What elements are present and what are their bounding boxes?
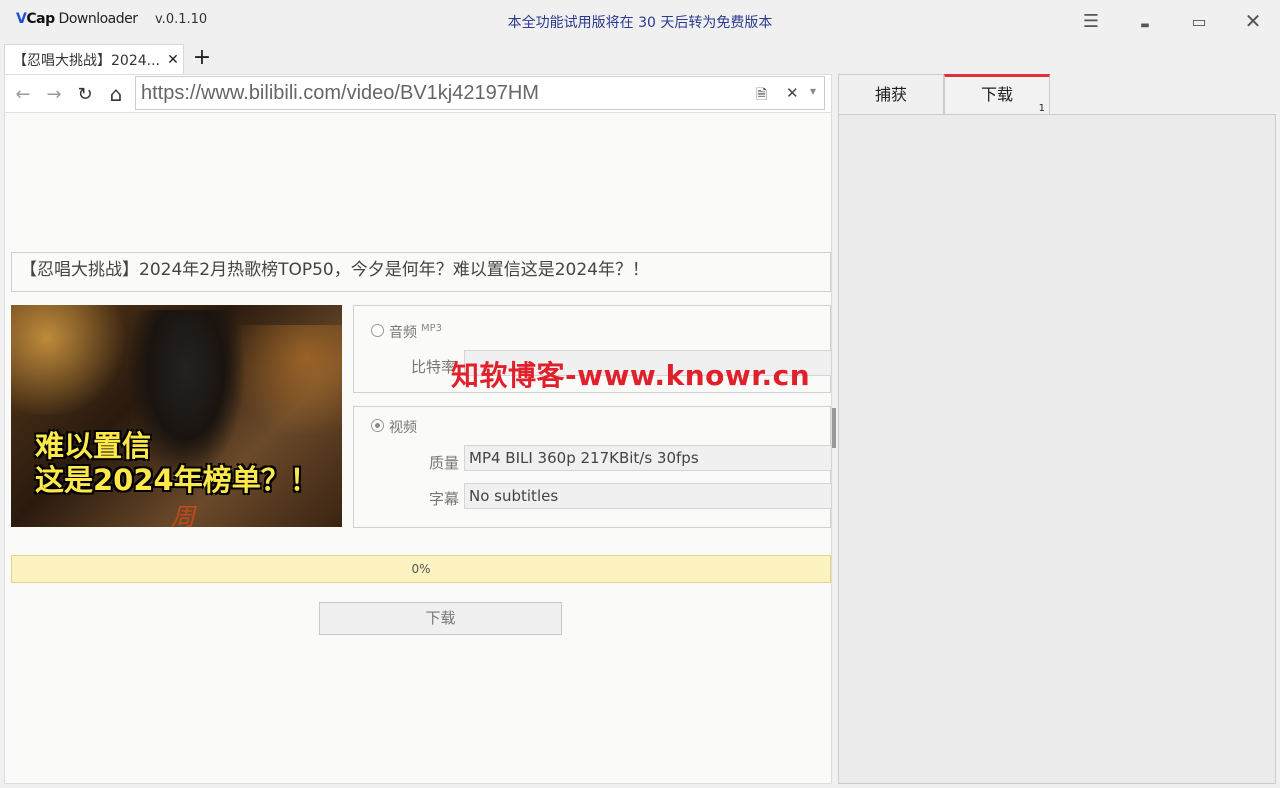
video-thumbnail: 难以置信 这是2024年榜单？！ 周 — [11, 305, 342, 527]
quality-label: 质量 — [428, 454, 459, 472]
download-button[interactable]: 下载 — [319, 602, 562, 635]
tab-capture-label: 捕获 — [874, 85, 907, 104]
title-bar: VCap Downloader v.0.1.10 本全功能试用版将在 30 天后… — [0, 0, 1280, 42]
thumbnail-signature: 周 — [171, 503, 195, 527]
tab-downloads[interactable]: 下载 1 — [944, 74, 1050, 115]
tab-downloads-label: 下载 — [980, 85, 1013, 104]
back-icon[interactable]: ← — [10, 81, 36, 107]
bitrate-label: 比特率 — [410, 358, 456, 376]
minimize-icon[interactable]: ▬ — [1125, 6, 1165, 36]
browser-tab[interactable]: 【忍唱大挑战】2024... ✕ — [4, 44, 184, 75]
thumbnail-light-left — [11, 305, 131, 415]
audio-radio[interactable] — [371, 324, 384, 337]
url-text[interactable]: https://www.bilibili.com/video/BV1kj4219… — [141, 82, 539, 105]
close-icon[interactable]: ✕ — [1233, 6, 1273, 36]
page-icon[interactable]: 🗎 — [756, 84, 767, 108]
browser-tab-strip: 【忍唱大挑战】2024... ✕ + — [0, 42, 836, 75]
reload-icon[interactable]: ↻ — [72, 81, 98, 107]
video-title: 【忍唱大挑战】2024年2月热歌榜TOP50，今夕是何年？难以置信这是2024年… — [11, 252, 831, 292]
tab-title: 【忍唱大挑战】2024... — [13, 53, 160, 69]
subtitle-label: 字幕 — [428, 490, 459, 508]
url-dropdown-icon[interactable]: ▾ — [810, 84, 816, 98]
thumbnail-caption-line2: 这是2024年榜单？！ — [35, 463, 319, 497]
tab-close-icon[interactable]: ✕ — [163, 52, 183, 68]
progress-bar: 0% — [11, 555, 831, 583]
new-tab-button[interactable]: + — [190, 46, 214, 70]
audio-format-label: MP3 — [421, 323, 443, 334]
page-content: 【忍唱大挑战】2024年2月热歌榜TOP50，今夕是何年？难以置信这是2024年… — [5, 113, 832, 783]
splitter-grip[interactable] — [832, 408, 836, 448]
browser-pane: ← → ↻ ⌂ https://www.bilibili.com/video/B… — [4, 74, 832, 784]
downloads-list-panel — [838, 114, 1276, 784]
address-bar[interactable]: https://www.bilibili.com/video/BV1kj4219… — [135, 76, 825, 110]
audio-label: 音频 — [389, 325, 417, 341]
quality-select[interactable]: MP4 BILI 360p 217KBit/s 30fps — [464, 445, 832, 471]
video-options-group: 视频 质量 MP4 BILI 360p 217KBit/s 30fps 字幕 N… — [353, 406, 832, 528]
maximize-icon[interactable]: ▭ — [1179, 6, 1219, 36]
clear-url-icon[interactable]: ✕ — [786, 84, 799, 102]
home-icon[interactable]: ⌂ — [103, 81, 129, 107]
video-label: 视频 — [389, 420, 417, 436]
subtitle-select[interactable]: No subtitles — [464, 483, 832, 509]
menu-icon[interactable]: ☰ — [1071, 6, 1111, 36]
right-panel-tabs: 捕获 下载 1 — [838, 74, 1278, 115]
navigation-bar: ← → ↻ ⌂ https://www.bilibili.com/video/B… — [5, 75, 831, 113]
forward-icon[interactable]: → — [41, 81, 67, 107]
video-radio[interactable] — [371, 419, 384, 432]
watermark: 知软博客-www.knowr.cn — [451, 359, 811, 392]
tab-capture[interactable]: 捕获 — [838, 74, 944, 115]
